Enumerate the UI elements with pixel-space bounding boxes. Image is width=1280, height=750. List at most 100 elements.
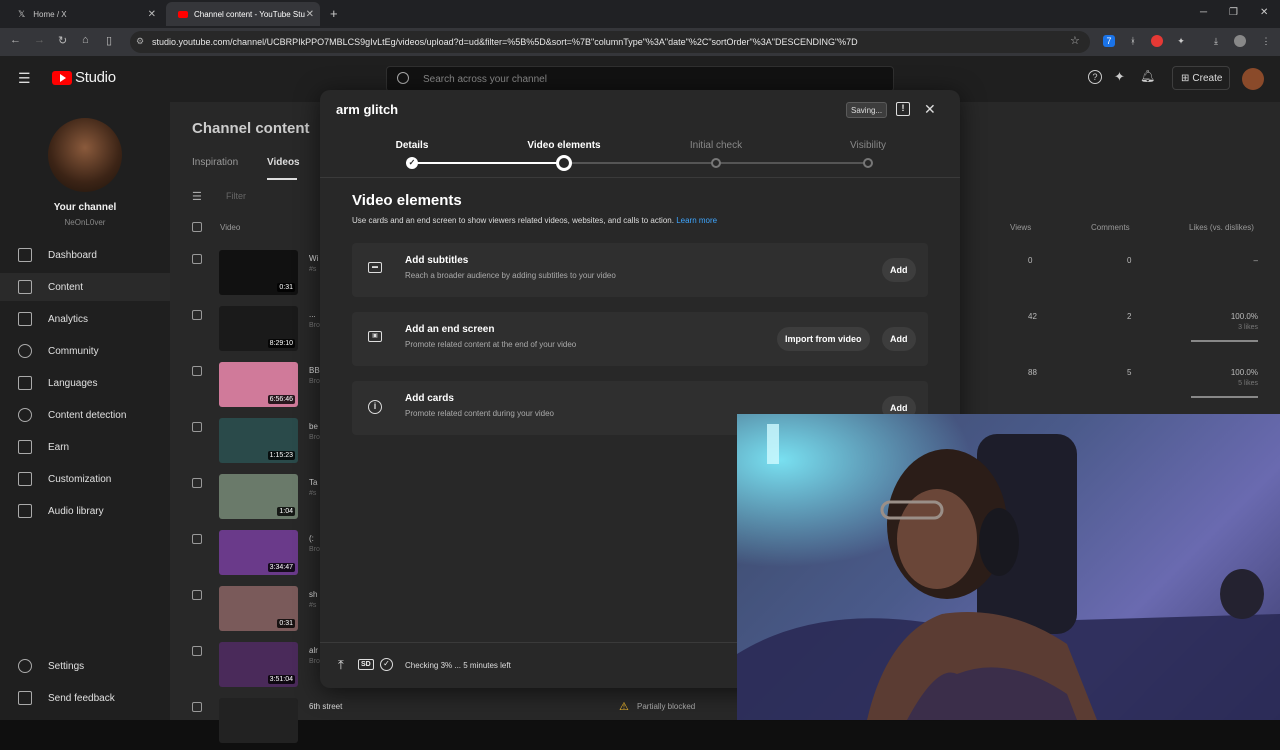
step-visibility[interactable]: Visibility: [850, 140, 886, 151]
video-thumbnail[interactable]: 8:29:10: [219, 306, 298, 351]
step-current-dot[interactable]: [556, 155, 572, 171]
close-window-icon[interactable]: ✕: [1260, 7, 1268, 18]
tab-videos[interactable]: Videos: [267, 157, 300, 168]
video-title[interactable]: ...: [309, 310, 316, 319]
video-thumbnail[interactable]: 1:15:23: [219, 418, 298, 463]
video-title[interactable]: (:: [309, 534, 314, 543]
learn-more-link[interactable]: Learn more: [676, 216, 717, 225]
extension-icon[interactable]: 7: [1103, 35, 1115, 47]
studio-logo[interactable]: Studio: [52, 69, 116, 86]
feedback-icon[interactable]: !: [896, 102, 910, 116]
extensions-puzzle-icon[interactable]: ✦: [1175, 35, 1187, 47]
help-icon[interactable]: ?: [1088, 70, 1102, 84]
browser-menu-icon[interactable]: ⋮: [1260, 35, 1272, 47]
sidebar-item-analytics[interactable]: Analytics: [0, 305, 170, 333]
tab-inspiration[interactable]: Inspiration: [192, 157, 238, 168]
row-checkbox[interactable]: [192, 534, 202, 544]
video-title[interactable]: sh: [309, 590, 317, 599]
row-checkbox[interactable]: [192, 590, 202, 600]
video-thumbnail[interactable]: 3:34:47: [219, 530, 298, 575]
extension-icon[interactable]: [1151, 35, 1163, 47]
sparkle-icon[interactable]: ✦: [1114, 69, 1125, 85]
filter-input[interactable]: Filter: [226, 191, 246, 201]
step-initial-check[interactable]: Initial check: [690, 140, 742, 151]
filter-icon[interactable]: ☰: [192, 190, 202, 203]
minimize-window-icon[interactable]: ─: [1200, 7, 1207, 18]
row-checkbox[interactable]: [192, 702, 202, 712]
close-tab-icon[interactable]: ✕: [306, 9, 314, 20]
hamburger-menu-icon[interactable]: ☰: [18, 70, 31, 87]
video-title[interactable]: 6th street: [309, 702, 342, 711]
partially-blocked-label[interactable]: Partially blocked: [637, 702, 695, 711]
step-video-elements[interactable]: Video elements: [527, 140, 600, 151]
sidebar-item-content-detection[interactable]: Content detection: [0, 401, 170, 429]
notifications-bell-icon[interactable]: 🔔︎: [1140, 69, 1155, 83]
video-views: 88: [1028, 368, 1037, 377]
tab-youtube-studio[interactable]: Channel content - YouTube Stu ✕: [166, 2, 320, 26]
add-subtitles-button[interactable]: Add: [882, 258, 916, 282]
sidebar-item-settings[interactable]: Settings: [0, 652, 170, 680]
video-thumbnail[interactable]: 0:31: [219, 250, 298, 295]
back-icon[interactable]: ←: [10, 34, 21, 46]
webcam-scene: [737, 414, 1280, 720]
step-todo-dot[interactable]: [863, 158, 873, 168]
video-duration: 6:56:46: [267, 395, 295, 404]
extension-icon[interactable]: ᚼ: [1127, 35, 1139, 47]
bookmark-star-icon[interactable]: ☆: [1070, 34, 1080, 47]
video-title[interactable]: Wi: [309, 254, 318, 263]
channel-avatar[interactable]: [48, 118, 122, 192]
sidebar-item-content[interactable]: Content: [0, 273, 170, 301]
new-tab-button[interactable]: +: [330, 6, 338, 21]
sidebar-item-community[interactable]: Community: [0, 337, 170, 365]
close-icon[interactable]: ✕: [924, 101, 936, 118]
row-checkbox[interactable]: [192, 422, 202, 432]
video-thumbnail[interactable]: 3:51:04: [219, 642, 298, 687]
video-thumbnail[interactable]: 1:04: [219, 474, 298, 519]
col-header-views[interactable]: Views: [1010, 223, 1031, 232]
row-checkbox[interactable]: [192, 366, 202, 376]
create-button[interactable]: ⊞ Create: [1172, 66, 1230, 90]
row-checkbox[interactable]: [192, 310, 202, 320]
video-thumbnail[interactable]: [219, 698, 298, 743]
col-header-comments[interactable]: Comments: [1091, 223, 1130, 232]
row-checkbox[interactable]: [192, 478, 202, 488]
video-title[interactable]: Ta: [309, 478, 317, 487]
restore-window-icon[interactable]: ❐: [1229, 7, 1238, 18]
import-from-video-button[interactable]: Import from video: [777, 327, 870, 351]
channel-search-input[interactable]: Search across your channel: [386, 66, 894, 92]
forward-icon[interactable]: →: [34, 34, 45, 46]
sidebar-item-customization[interactable]: Customization: [0, 465, 170, 493]
feedback-icon: [18, 691, 32, 705]
video-title[interactable]: be: [309, 422, 318, 431]
download-icon[interactable]: ⤓: [1210, 35, 1222, 47]
close-tab-icon[interactable]: ✕: [148, 9, 156, 20]
video-views: 42: [1028, 312, 1037, 321]
video-duration: 3:51:04: [267, 675, 295, 684]
home-icon[interactable]: ⌂: [82, 34, 89, 46]
video-thumbnail[interactable]: 0:31: [219, 586, 298, 631]
sidebar-item-audio-library[interactable]: Audio library: [0, 497, 170, 525]
col-header-likes[interactable]: Likes (vs. dislikes): [1189, 223, 1254, 232]
step-details[interactable]: Details: [396, 140, 429, 151]
reload-icon[interactable]: ↻: [58, 34, 67, 47]
tab-home-x[interactable]: 𝕏 Home / X ✕: [6, 2, 162, 26]
step-todo-dot[interactable]: [711, 158, 721, 168]
select-all-checkbox[interactable]: [192, 222, 202, 232]
sidebar-item-earn[interactable]: Earn: [0, 433, 170, 461]
sidebar-item-dashboard[interactable]: Dashboard: [0, 241, 170, 269]
step-done-check-icon[interactable]: ✓: [406, 157, 418, 169]
add-end-screen-button[interactable]: Add: [882, 327, 916, 351]
profile-avatar-icon[interactable]: [1234, 35, 1246, 47]
card-title: Add an end screen: [405, 324, 495, 335]
sidebar-item-languages[interactable]: Languages: [0, 369, 170, 397]
row-checkbox[interactable]: [192, 254, 202, 264]
url-input[interactable]: ⚙ studio.youtube.com/channel/UCBRPIkPPO7…: [130, 31, 1090, 53]
video-title[interactable]: BB: [309, 366, 320, 375]
side-panel-icon[interactable]: ▯: [106, 34, 112, 47]
site-info-icon[interactable]: ⚙: [136, 36, 144, 47]
sidebar-item-send-feedback[interactable]: Send feedback: [0, 684, 170, 712]
video-title[interactable]: alr: [309, 646, 318, 655]
row-checkbox[interactable]: [192, 646, 202, 656]
video-thumbnail[interactable]: 6:56:46: [219, 362, 298, 407]
account-avatar[interactable]: [1242, 68, 1264, 90]
